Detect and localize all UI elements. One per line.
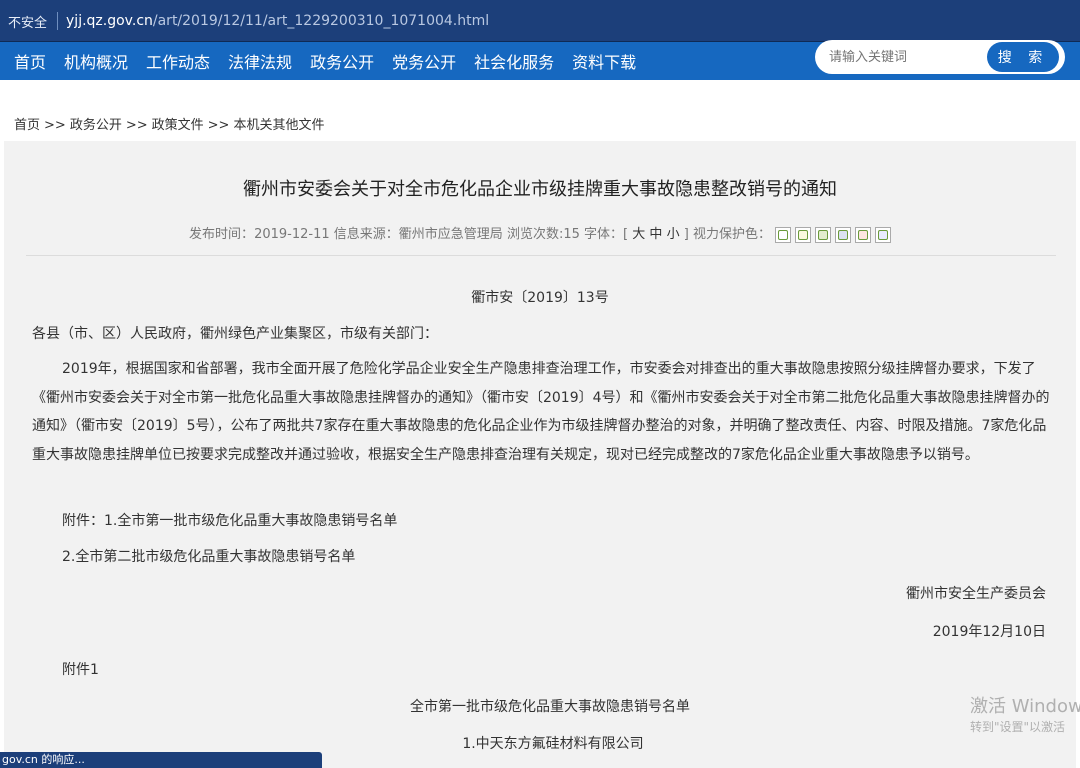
activation-watermark-sub: 转到"设置"以激活	[970, 720, 1066, 734]
nav-item[interactable]: 党务公开	[383, 49, 465, 73]
list-item: 1.中天东方氟硅材料有限公司	[462, 736, 644, 752]
address-divider	[57, 12, 59, 30]
meta-divider	[26, 255, 1056, 256]
addressee: 各县（市、区）人民政府，衢州绿色产业集聚区，市级有关部门：	[32, 326, 438, 342]
breadcrumb-link[interactable]: 政务公开	[70, 118, 122, 133]
eye-color-swatch[interactable]	[854, 226, 871, 243]
font-large-button[interactable]: 大	[632, 227, 645, 242]
nav-item[interactable]: 机构概况	[55, 49, 137, 73]
views-label: 浏览次数:	[506, 227, 564, 242]
nav-items: 首页 机构概况 工作动态 法律法规 政务公开 党务公开 社会化服务 资料下载	[0, 42, 645, 80]
font-bracket-close: ]	[683, 227, 689, 242]
eye-color-swatch[interactable]	[874, 226, 891, 243]
eye-color-swatch[interactable]	[774, 226, 791, 243]
browser-status-bar: gov.cn 的响应...	[0, 752, 322, 768]
browser-address-bar: 不安全 yjj.qz.gov.cn/art/2019/12/11/art_122…	[0, 0, 1080, 42]
breadcrumb-link[interactable]: 本机关其他文件	[233, 118, 324, 133]
search-input[interactable]	[829, 46, 989, 68]
swatch-image-icon	[837, 229, 848, 240]
search-box: 搜 索	[815, 40, 1065, 74]
breadcrumb-link[interactable]: 政策文件	[152, 118, 204, 133]
publish-label: 发布时间：	[189, 227, 255, 242]
eye-color-swatches	[771, 226, 891, 243]
list-title: 全市第一批市级危化品重大事故隐患销号名单	[410, 699, 690, 715]
appendix-label: 附件1	[62, 662, 99, 678]
font-small-button[interactable]: 小	[667, 227, 680, 242]
search-button[interactable]: 搜 索	[987, 42, 1059, 72]
breadcrumb-separator: >>	[207, 118, 230, 133]
breadcrumb: 首页 >> 政务公开 >> 政策文件 >> 本机关其他文件	[14, 114, 324, 133]
article-meta: 发布时间：2019-12-11 信息来源：衢州市应急管理局 浏览次数:15 字体…	[4, 223, 1076, 243]
attachment-line-2: 2.全市第二批市级危化品重大事故隐患销号名单	[62, 549, 356, 565]
views-count: 15	[563, 227, 580, 242]
swatch-image-icon	[797, 229, 808, 240]
nav-item[interactable]: 资料下载	[563, 49, 645, 73]
body-paragraph: 2019年，根据国家和省部署，我市全面开展了危险化学品企业安全生产隐患排查治理工…	[32, 361, 1050, 463]
nav-item[interactable]: 首页	[0, 49, 55, 73]
article-panel: 衢州市安委会关于对全市危化品企业市级挂牌重大事故隐患整改销号的通知 发布时间：2…	[4, 141, 1076, 768]
security-label: 不安全	[8, 15, 48, 31]
breadcrumb-separator: >>	[44, 118, 66, 133]
article-title: 衢州市安委会关于对全市危化品企业市级挂牌重大事故隐患整改销号的通知	[243, 179, 837, 200]
activation-watermark: 激活 Window	[970, 696, 1080, 717]
eye-color-swatch[interactable]	[834, 226, 851, 243]
source-value: 衢州市应急管理局	[398, 227, 503, 242]
publish-date: 2019-12-11	[254, 227, 330, 242]
nav-item[interactable]: 工作动态	[137, 49, 219, 73]
nav-item[interactable]: 社会化服务	[465, 49, 563, 73]
doc-number: 衢市安〔2019〕13号	[471, 290, 609, 306]
eye-color-swatch[interactable]	[814, 226, 831, 243]
url-path: /art/2019/12/11/art_1229200310_1071004.h…	[152, 13, 490, 29]
font-bracket-open: [	[623, 227, 629, 242]
breadcrumb-link[interactable]: 首页	[14, 118, 40, 133]
breadcrumb-separator: >>	[125, 118, 148, 133]
source-label: 信息来源：	[333, 227, 399, 242]
eye-color-swatch[interactable]	[794, 226, 811, 243]
attachment-line-1: 附件：1.全市第一批市级危化品重大事故隐患销号名单	[62, 513, 398, 529]
eye-protect-label: 视力保护色：	[692, 227, 771, 242]
sign-date: 2019年12月10日	[932, 624, 1046, 640]
swatch-image-icon	[817, 229, 828, 240]
swatch-image-icon	[777, 229, 788, 240]
nav-item[interactable]: 法律法规	[219, 49, 301, 73]
font-label: 字体：	[584, 227, 624, 242]
url-field[interactable]: yjj.qz.gov.cn/art/2019/12/11/art_1229200…	[66, 13, 489, 29]
url-host: yjj.qz.gov.cn	[66, 13, 153, 29]
signature: 衢州市安全生产委员会	[906, 586, 1046, 602]
nav-item[interactable]: 政务公开	[301, 49, 383, 73]
swatch-image-icon	[877, 229, 888, 240]
font-medium-button[interactable]: 中	[649, 227, 662, 242]
security-indicator[interactable]: 不安全	[0, 12, 57, 31]
swatch-image-icon	[857, 229, 868, 240]
